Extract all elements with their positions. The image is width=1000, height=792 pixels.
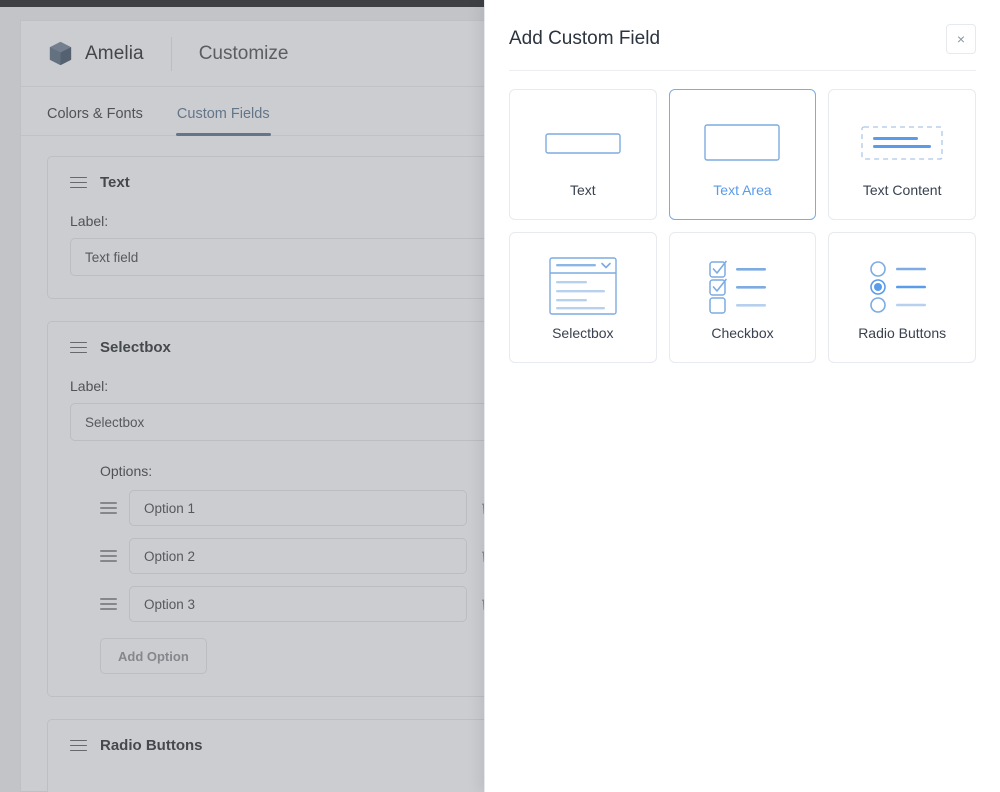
selectbox-icon [549,255,617,317]
panel-divider [509,70,976,71]
textarea-icon [704,112,781,174]
field-type-label: Text Area [713,181,772,198]
field-type-label: Checkbox [711,324,774,341]
field-type-label: Selectbox [552,324,614,341]
field-type-card-text[interactable]: Text [509,89,657,220]
add-custom-field-panel: Add Custom Field × Text Text Area Text C… [484,0,1000,792]
field-type-label: Radio Buttons [858,324,947,341]
field-type-card-checkbox[interactable]: Checkbox [668,232,817,363]
field-type-grid: Text Text Area Text Content Selectbox Ch… [509,89,976,363]
radio-buttons-icon [867,255,937,317]
checkbox-icon [707,255,777,317]
field-type-label: Text Content [862,181,942,198]
panel-header: Add Custom Field × [485,0,1000,54]
close-icon[interactable]: × [946,24,976,54]
field-type-label: Text [569,181,596,198]
panel-title: Add Custom Field [509,28,661,49]
field-type-card-text-content[interactable]: Text Content [828,89,976,220]
text-input-icon [545,112,621,174]
field-type-card-radio-buttons[interactable]: Radio Buttons [828,232,976,363]
field-type-card-text-area[interactable]: Text Area [668,89,817,220]
field-type-card-selectbox[interactable]: Selectbox [509,232,657,363]
text-content-icon [861,112,943,174]
